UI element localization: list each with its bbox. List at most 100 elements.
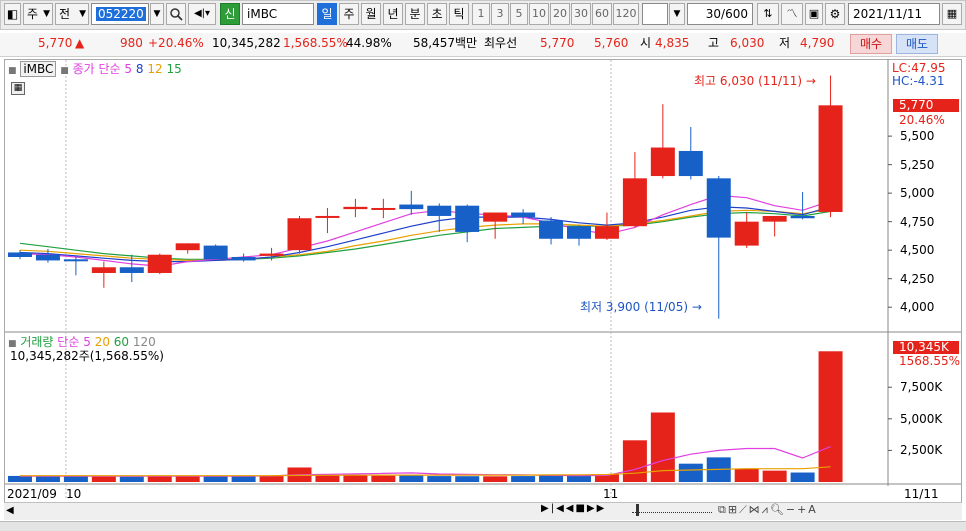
play-forward-icon[interactable]: ▶| bbox=[541, 503, 556, 514]
volume-bar bbox=[678, 463, 703, 482]
volume-bar bbox=[259, 476, 284, 482]
volume-bar bbox=[455, 476, 480, 482]
tool-copy-icon[interactable]: ⧉ bbox=[718, 503, 728, 516]
current-volume-tag: 10,345K bbox=[893, 341, 959, 354]
volume-ma-120: 120 bbox=[132, 335, 156, 349]
volume-bar bbox=[147, 476, 172, 482]
current-pct-tag: 20.46% bbox=[899, 113, 945, 127]
window-scrollbar[interactable] bbox=[0, 521, 966, 531]
legend-square-icon: ■ bbox=[60, 66, 69, 76]
candle-body bbox=[63, 259, 88, 262]
current-price-tag: 5,770 bbox=[893, 99, 959, 112]
fast-forward-icon[interactable]: ▶▶ bbox=[587, 503, 606, 514]
candle-body bbox=[678, 150, 703, 177]
tool-line-icon[interactable]: ⟋ bbox=[739, 503, 749, 516]
volume-bar bbox=[8, 475, 32, 482]
volume-tick-label: 7,500K bbox=[900, 380, 943, 395]
scroll-left-icon[interactable]: ◀ bbox=[6, 505, 14, 516]
volume-ma-20: 20 bbox=[94, 335, 110, 349]
candle-body bbox=[483, 212, 508, 222]
candle-body bbox=[147, 254, 172, 273]
price-tick-label: 4,000 bbox=[900, 300, 935, 315]
price-tick-label: 5,250 bbox=[900, 157, 935, 172]
zoom-slider-track[interactable] bbox=[632, 512, 712, 513]
legend-square-icon: ■ bbox=[8, 339, 17, 349]
candle-body bbox=[818, 105, 843, 212]
lc-label: LC:47.95 bbox=[892, 61, 946, 75]
legend-ma-8: 8 bbox=[135, 62, 144, 76]
arrow-right-icon: → bbox=[691, 300, 702, 314]
high-annotation: 최고 6,030 (11/11) → bbox=[694, 74, 816, 88]
volume-legend-name: 거래량 bbox=[20, 335, 54, 349]
candlestick-chart[interactable] bbox=[0, 0, 966, 531]
volume-bar bbox=[483, 476, 508, 482]
legend-ma-15: 15 bbox=[166, 62, 182, 76]
volume-tick-label: 2,500K bbox=[900, 443, 943, 458]
x-label-oct: 10 bbox=[66, 487, 82, 501]
volume-bar bbox=[119, 476, 144, 482]
current-volume-pct: 1568.55% bbox=[899, 354, 961, 368]
volume-bar bbox=[734, 468, 759, 482]
volume-bar bbox=[511, 476, 536, 482]
price-tick-label: 5,500 bbox=[900, 129, 935, 144]
candle-body bbox=[594, 226, 619, 239]
volume-bar bbox=[315, 475, 340, 482]
candle-body bbox=[231, 257, 256, 261]
volume-bar bbox=[790, 472, 815, 482]
candle-body bbox=[287, 218, 312, 251]
tool-fib-icon[interactable]: ⋈ bbox=[749, 503, 762, 516]
candle-body bbox=[343, 206, 368, 210]
candle-body bbox=[427, 205, 452, 216]
legend-ma-5: 5 bbox=[124, 62, 133, 76]
candle-body bbox=[455, 205, 480, 232]
zoom-slider-handle[interactable] bbox=[636, 504, 639, 516]
grid-table-icon[interactable]: ▦ bbox=[11, 82, 25, 95]
price-tick-label: 4,500 bbox=[900, 243, 935, 258]
low-annotation: 최저 3,900 (11/05) → bbox=[580, 300, 702, 314]
low-annotation-text: 최저 3,900 (11/05) bbox=[580, 300, 689, 314]
legend-ma-12: 12 bbox=[147, 62, 163, 76]
volume-ma-5: 5 bbox=[83, 335, 91, 349]
volume-tick-label: 5,000K bbox=[900, 411, 943, 426]
candle-body bbox=[511, 212, 536, 218]
rewind-icon[interactable]: ◀◀ bbox=[556, 503, 575, 514]
volume-bar bbox=[762, 470, 787, 482]
volume-bar bbox=[231, 475, 256, 482]
candle-body bbox=[762, 215, 787, 222]
legend-square-icon: ■ bbox=[8, 66, 17, 76]
volume-legend-ma: 단순 bbox=[57, 335, 80, 349]
legend-stock-name[interactable]: iMBC bbox=[20, 61, 57, 77]
zoom-in-icon[interactable]: + bbox=[797, 503, 808, 516]
volume-bar bbox=[539, 475, 564, 482]
zoom-out-icon[interactable]: − bbox=[786, 503, 797, 516]
volume-bar bbox=[343, 474, 368, 482]
candle-body bbox=[567, 226, 591, 239]
candle-body bbox=[91, 267, 116, 273]
tool-trend-icon[interactable]: ⩘ bbox=[762, 503, 770, 516]
volume-bar bbox=[371, 475, 396, 482]
volume-bar bbox=[63, 476, 88, 482]
arrow-right-icon: → bbox=[805, 74, 816, 88]
candle-body bbox=[734, 221, 759, 246]
playback-controls[interactable]: ▶|◀◀■▶▶ bbox=[541, 503, 606, 514]
candle-body bbox=[203, 245, 228, 260]
candle-body bbox=[650, 147, 675, 177]
drawing-tools[interactable]: ⧉⊞⟋⋈⩘🔍︎−+A bbox=[718, 503, 818, 517]
chart-scrollbar[interactable] bbox=[4, 502, 962, 520]
font-size-icon[interactable]: A bbox=[808, 503, 818, 516]
candle-body bbox=[35, 254, 60, 261]
candle-body bbox=[315, 215, 340, 218]
high-annotation-text: 최고 6,030 (11/11) bbox=[694, 74, 803, 88]
tool-grid-icon[interactable]: ⊞ bbox=[728, 503, 739, 516]
volume-bar bbox=[399, 475, 424, 482]
candle-body bbox=[119, 267, 144, 273]
volume-bar bbox=[567, 475, 591, 482]
stop-icon[interactable]: ■ bbox=[575, 503, 586, 514]
price-legend: ■ iMBC ■ 종가 단순 5 8 12 15 bbox=[8, 61, 182, 78]
volume-info: 10,345,282주(1,568.55%) bbox=[10, 349, 164, 363]
candle-body bbox=[175, 243, 200, 251]
candle-body bbox=[371, 207, 396, 210]
tool-magnify-icon[interactable]: 🔍︎ bbox=[770, 503, 786, 516]
legend-ma-label: 종가 단순 bbox=[72, 62, 121, 76]
candle-body bbox=[539, 220, 564, 239]
